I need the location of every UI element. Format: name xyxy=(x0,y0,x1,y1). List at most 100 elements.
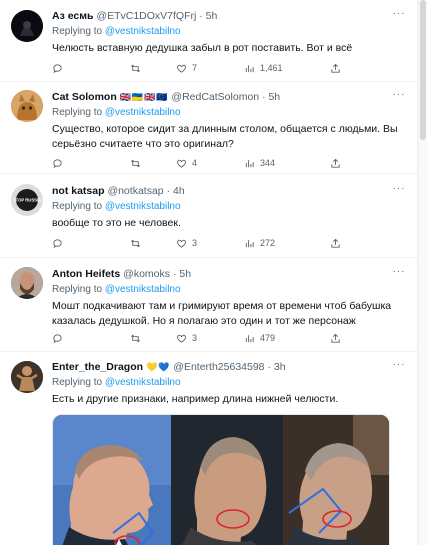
share-icon xyxy=(331,333,340,343)
tweet[interactable]: STOP RUSSIA not katsap @notkatsap · 4h ·… xyxy=(0,174,417,258)
retweet-icon xyxy=(131,64,140,72)
mention-link[interactable]: @vestnikstabilno xyxy=(105,201,181,212)
tweet-header: Anton Heifets @komoks · 5h xyxy=(52,266,408,282)
media-panel-middle xyxy=(171,415,283,545)
tweet-header: Аз есмь @ETvC1DOxV7fQFrj · 5h xyxy=(52,8,408,24)
view-count: 1,461 xyxy=(260,63,283,73)
like-button[interactable]: 7 xyxy=(176,61,197,75)
media-panel-profile xyxy=(53,415,171,545)
photo-right-portrait xyxy=(283,415,389,545)
views-chart-icon xyxy=(245,159,254,167)
heart-icon xyxy=(177,239,186,248)
timestamp[interactable]: 5h xyxy=(268,91,280,103)
reply-icon xyxy=(53,333,62,343)
separator-dot: · xyxy=(262,91,266,103)
reply-button[interactable] xyxy=(52,331,68,345)
view-count: 479 xyxy=(260,333,276,343)
retweet-icon xyxy=(131,334,140,342)
replying-to: Replying to @vestnikstabilno xyxy=(52,105,408,120)
reply-icon xyxy=(53,158,62,168)
reply-icon xyxy=(53,238,62,248)
views-chart-icon xyxy=(245,239,254,247)
timestamp[interactable]: 5h xyxy=(179,268,191,280)
views-button[interactable]: 479 xyxy=(244,331,275,345)
author-handle[interactable]: @notkatsap xyxy=(107,185,163,197)
author-handle[interactable]: @ETvC1DOxV7fQFrj xyxy=(96,10,196,22)
avatar[interactable] xyxy=(11,361,43,393)
tweet[interactable]: Anton Heifets @komoks · 5h ··· Replying … xyxy=(0,258,417,352)
tweet-header: not katsap @notkatsap · 4h xyxy=(52,183,408,199)
reply-button[interactable] xyxy=(52,236,68,250)
share-button[interactable] xyxy=(330,236,346,250)
views-button[interactable]: 272 xyxy=(244,236,275,250)
like-button[interactable]: 3 xyxy=(176,331,197,345)
author-name[interactable]: Аз есмь xyxy=(52,10,93,22)
heart-icon xyxy=(177,334,186,343)
author-handle[interactable]: @RedCatSolomon xyxy=(171,91,259,103)
retweet-button[interactable] xyxy=(130,156,146,170)
more-options-icon[interactable]: ··· xyxy=(390,183,408,199)
retweet-button[interactable] xyxy=(130,61,146,75)
avatar-image xyxy=(11,267,43,299)
tweet-media-collage[interactable] xyxy=(52,414,390,545)
view-count: 344 xyxy=(260,158,276,168)
tweet-text: Есть и другие признаки, например длина н… xyxy=(52,393,339,405)
scrollbar-thumb[interactable] xyxy=(420,0,426,140)
author-name[interactable]: not katsap xyxy=(52,185,105,197)
tweet-header: Enter_the_Dragon 💛💙 @Enterth25634598 · 3… xyxy=(52,359,408,375)
share-button[interactable] xyxy=(330,331,346,345)
mention-link[interactable]: @vestnikstabilno xyxy=(105,377,181,388)
timestamp[interactable]: 3h xyxy=(274,361,286,373)
more-options-icon[interactable]: ··· xyxy=(390,266,408,282)
replying-to: Replying to @vestnikstabilno xyxy=(52,199,408,214)
mention-link[interactable]: @vestnikstabilno xyxy=(105,26,181,37)
tweet-actions: 3 272 xyxy=(52,236,372,250)
retweet-button[interactable] xyxy=(130,331,146,345)
scrollbar[interactable] xyxy=(418,0,428,545)
more-options-icon[interactable]: ··· xyxy=(390,89,408,105)
avatar[interactable] xyxy=(11,10,43,42)
reply-feed: Аз есмь @ETvC1DOxV7fQFrj · 5h ··· Replyi… xyxy=(0,0,418,545)
avatar[interactable] xyxy=(11,90,43,122)
avatar[interactable] xyxy=(11,267,43,299)
replying-to-label: Replying to xyxy=(52,26,103,37)
share-button[interactable] xyxy=(330,156,346,170)
name-heart-badges: 💛💙 xyxy=(145,362,171,372)
separator-dot: · xyxy=(166,185,171,197)
author-handle[interactable]: @Enterth25634598 xyxy=(173,361,264,373)
avatar-sign-text: STOP RUSSIA xyxy=(13,198,41,203)
author-handle[interactable]: @komoks xyxy=(123,268,170,280)
avatar-image xyxy=(11,90,43,122)
replying-to-label: Replying to xyxy=(52,201,103,212)
like-button[interactable]: 4 xyxy=(176,156,197,170)
timestamp[interactable]: 5h xyxy=(206,10,218,22)
views-button[interactable]: 1,461 xyxy=(244,61,283,75)
more-options-icon[interactable]: ··· xyxy=(390,359,408,375)
retweet-button[interactable] xyxy=(130,236,146,250)
share-icon xyxy=(331,158,340,168)
share-button[interactable] xyxy=(330,61,346,75)
tweet[interactable]: Enter_the_Dragon 💛💙 @Enterth25634598 · 3… xyxy=(0,352,417,545)
mention-link[interactable]: @vestnikstabilno xyxy=(105,107,181,118)
share-icon xyxy=(331,238,340,248)
avatar[interactable]: STOP RUSSIA xyxy=(11,184,43,216)
more-options-icon[interactable]: ··· xyxy=(390,8,408,24)
tweet[interactable]: Cat Solomon 🇬🇧🇺🇦🇬🇧🇪🇺 @RedCatSolomon · 5h… xyxy=(0,82,417,174)
views-button[interactable]: 344 xyxy=(244,156,275,170)
replying-to-label: Replying to xyxy=(52,284,103,295)
reply-button[interactable] xyxy=(52,156,68,170)
mention-link[interactable]: @vestnikstabilno xyxy=(105,284,181,295)
tweet-text: Мошт подкачивают там и гримируют время о… xyxy=(52,300,392,327)
author-name[interactable]: Anton Heifets xyxy=(52,268,120,280)
replying-to: Replying to @vestnikstabilno xyxy=(52,282,408,297)
reply-button[interactable] xyxy=(52,61,68,75)
replying-to: Replying to @vestnikstabilno xyxy=(52,375,408,390)
reply-icon xyxy=(53,63,62,73)
timestamp[interactable]: 4h xyxy=(173,185,185,197)
author-name[interactable]: Cat Solomon xyxy=(52,91,117,103)
author-name[interactable]: Enter_the_Dragon xyxy=(52,361,143,373)
like-button[interactable]: 3 xyxy=(176,236,197,250)
avatar-image xyxy=(11,10,43,42)
tweet[interactable]: Аз есмь @ETvC1DOxV7fQFrj · 5h ··· Replyi… xyxy=(0,0,417,82)
retweet-icon xyxy=(131,239,140,247)
